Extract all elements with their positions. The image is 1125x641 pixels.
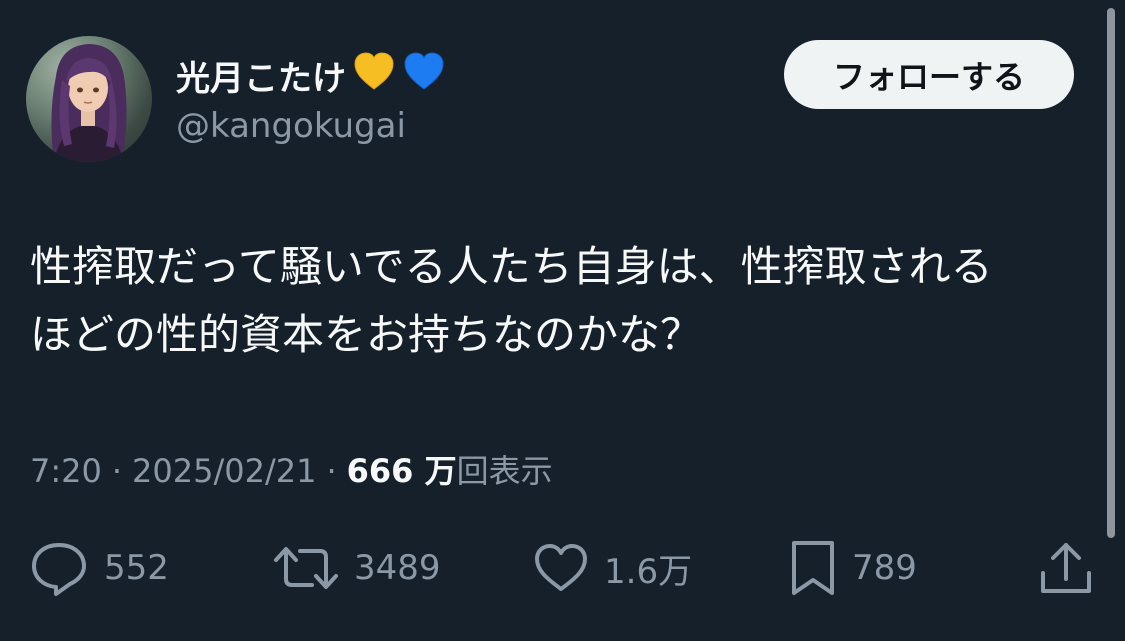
meta-separator: · xyxy=(111,452,123,490)
tweet-text-line: ほどの性的資本をお持ちなのかな？ xyxy=(30,310,703,359)
avatar[interactable] xyxy=(26,36,152,162)
tweet-text-line: 性搾取だって騒いでる人たち自身は、性搾取される xyxy=(30,242,993,291)
author-display-name[interactable]: 光月こたけ xyxy=(176,51,346,100)
retweet-button[interactable]: 3489 xyxy=(272,536,441,600)
reply-count: 552 xyxy=(104,548,169,588)
retweet-icon xyxy=(272,541,340,595)
follow-button[interactable]: フォローする xyxy=(784,40,1074,109)
like-count: 1.6万 xyxy=(604,551,693,592)
reply-icon xyxy=(28,539,90,597)
retweet-count: 3489 xyxy=(354,548,441,588)
tweet-metadata: 7:20 · 2025/02/21 · 666 万 回表示 xyxy=(30,446,553,492)
author-handle[interactable]: @kangokugai xyxy=(176,106,406,146)
blue-heart-icon xyxy=(402,50,446,101)
tweet-detail-view: 光月こたけ @kangokugai フォローする 性搾取だって騒いでる人たち自身… xyxy=(0,0,1125,641)
views-label: 回表示 xyxy=(456,452,553,490)
scrollbar[interactable] xyxy=(1107,8,1115,538)
tweet-text: 性搾取だって騒いでる人たち自身は、性搾取される ほどの性的資本をお持ちなのかな？ xyxy=(30,233,1090,369)
avatar-illustration xyxy=(51,44,127,162)
yellow-heart-icon xyxy=(352,50,396,101)
reply-button[interactable]: 552 xyxy=(28,536,169,600)
bookmark-icon xyxy=(788,539,838,597)
share-icon xyxy=(1038,539,1094,597)
author-display-name-row[interactable]: 光月こたけ xyxy=(176,50,446,101)
tweet-time[interactable]: 7:20 xyxy=(30,452,102,490)
like-button[interactable]: 1.6万 xyxy=(532,536,692,600)
tweet-action-bar: 552 3489 1.6万 789 xyxy=(0,536,1125,600)
tweet-date[interactable]: 2025/02/21 xyxy=(132,452,316,490)
like-icon xyxy=(532,541,590,595)
share-button[interactable] xyxy=(1038,536,1094,600)
views-count[interactable]: 666 万 xyxy=(347,446,457,492)
meta-separator: · xyxy=(326,452,337,490)
bookmark-button[interactable]: 789 xyxy=(788,536,917,600)
bookmark-count: 789 xyxy=(852,548,917,588)
